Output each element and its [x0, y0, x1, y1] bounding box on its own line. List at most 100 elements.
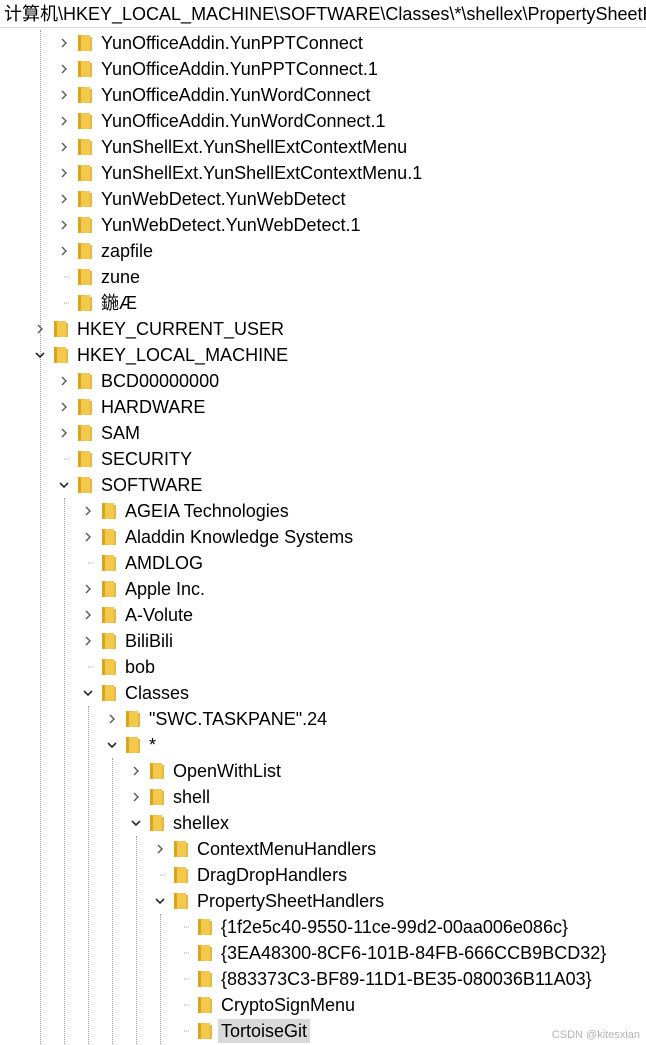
- tree-node[interactable]: TortoiseGit: [176, 1018, 311, 1044]
- folder-icon: [78, 242, 92, 260]
- chevron-down-icon[interactable]: [32, 347, 48, 363]
- tree-node[interactable]: YunShellExt.YunShellExtContextMenu.1: [56, 160, 425, 186]
- folder-icon: [78, 164, 92, 182]
- tree-node-label: SAM: [101, 423, 141, 443]
- folder-icon: [102, 502, 116, 520]
- tree-node[interactable]: *: [104, 732, 159, 758]
- tree-node[interactable]: HKEY_CURRENT_USER: [32, 316, 287, 342]
- tree-connector: [176, 1023, 192, 1039]
- tree-node-label: {3EA48300-8CF6-101B-84FB-666CCB9BCD32}: [221, 943, 607, 963]
- address-bar[interactable]: 计算机\HKEY_LOCAL_MACHINE\SOFTWARE\Classes\…: [0, 0, 646, 28]
- tree-node[interactable]: DragDropHandlers: [152, 862, 350, 888]
- tree-node-label: HARDWARE: [101, 397, 206, 417]
- tree-node[interactable]: ContextMenuHandlers: [152, 836, 379, 862]
- tree-guide-line: [136, 836, 137, 1044]
- tree-node[interactable]: AGEIA Technologies: [80, 498, 292, 524]
- tree-node-label: Classes: [125, 683, 190, 703]
- tree-node[interactable]: Apple Inc.: [80, 576, 208, 602]
- chevron-right-icon[interactable]: [56, 165, 72, 181]
- chevron-right-icon[interactable]: [56, 139, 72, 155]
- tree-connector: [176, 919, 192, 935]
- chevron-down-icon[interactable]: [152, 893, 168, 909]
- folder-icon: [150, 814, 164, 832]
- tree-node-label: Aladdin Knowledge Systems: [125, 527, 354, 547]
- folder-icon: [78, 216, 92, 234]
- chevron-right-icon[interactable]: [128, 763, 144, 779]
- chevron-right-icon[interactable]: [56, 61, 72, 77]
- tree-node[interactable]: BiliBili: [80, 628, 176, 654]
- tree-connector: [152, 867, 168, 883]
- tree-node[interactable]: AMDLOG: [80, 550, 206, 576]
- tree-node[interactable]: CryptoSignMenu: [176, 992, 358, 1018]
- tree-node-label: shellex: [173, 813, 230, 833]
- tree-node[interactable]: HKEY_LOCAL_MACHINE: [32, 342, 291, 368]
- tree-node-label: *: [149, 735, 157, 755]
- tree-node[interactable]: OpenWithList: [128, 758, 284, 784]
- tree-node[interactable]: shellex: [128, 810, 232, 836]
- tree-node[interactable]: YunWebDetect.YunWebDetect: [56, 186, 349, 212]
- tree-node-label: BCD00000000: [101, 371, 220, 391]
- chevron-right-icon[interactable]: [56, 113, 72, 129]
- tree-node[interactable]: YunOfficeAddin.YunPPTConnect.1: [56, 56, 381, 82]
- tree-connector: [176, 971, 192, 987]
- tree-node-label: YunWebDetect.YunWebDetect.1: [101, 215, 361, 235]
- tree-node[interactable]: Classes: [80, 680, 192, 706]
- tree-node[interactable]: BCD00000000: [56, 368, 222, 394]
- folder-icon: [198, 970, 212, 988]
- chevron-right-icon[interactable]: [128, 789, 144, 805]
- tree-node[interactable]: Aladdin Knowledge Systems: [80, 524, 356, 550]
- tree-node[interactable]: PropertySheetHandlers: [152, 888, 387, 914]
- tree-node[interactable]: YunOfficeAddin.YunWordConnect.1: [56, 108, 389, 134]
- folder-icon: [102, 606, 116, 624]
- folder-icon: [78, 450, 92, 468]
- tree-node[interactable]: YunOfficeAddin.YunPPTConnect: [56, 30, 366, 56]
- chevron-right-icon[interactable]: [56, 35, 72, 51]
- tree-node-label: YunWebDetect.YunWebDetect: [101, 189, 346, 209]
- chevron-right-icon[interactable]: [56, 243, 72, 259]
- chevron-right-icon[interactable]: [56, 217, 72, 233]
- chevron-right-icon[interactable]: [56, 87, 72, 103]
- folder-icon: [78, 294, 92, 312]
- tree-node[interactable]: YunOfficeAddin.YunWordConnect: [56, 82, 374, 108]
- tree-node[interactable]: YunWebDetect.YunWebDetect.1: [56, 212, 364, 238]
- tree-node[interactable]: A-Volute: [80, 602, 196, 628]
- tree-node[interactable]: HARDWARE: [56, 394, 208, 420]
- tree-guide-line: [64, 498, 65, 1044]
- registry-tree[interactable]: YunOfficeAddin.YunPPTConnect YunOfficeAdd…: [0, 30, 646, 1045]
- chevron-right-icon[interactable]: [80, 503, 96, 519]
- tree-node[interactable]: 鍦Æ: [56, 290, 140, 316]
- tree-node[interactable]: SECURITY: [56, 446, 195, 472]
- tree-node[interactable]: "SWC.TASKPANE".24: [104, 706, 330, 732]
- folder-icon: [198, 996, 212, 1014]
- tree-node-label: SOFTWARE: [101, 475, 203, 495]
- tree-node[interactable]: {1f2e5c40-9550-11ce-99d2-00aa006e086c}: [176, 914, 571, 940]
- tree-node[interactable]: zapfile: [56, 238, 156, 264]
- chevron-right-icon[interactable]: [80, 529, 96, 545]
- folder-icon: [78, 190, 92, 208]
- chevron-right-icon[interactable]: [80, 581, 96, 597]
- chevron-right-icon[interactable]: [56, 399, 72, 415]
- tree-node[interactable]: YunShellExt.YunShellExtContextMenu: [56, 134, 410, 160]
- chevron-right-icon[interactable]: [56, 191, 72, 207]
- chevron-right-icon[interactable]: [32, 321, 48, 337]
- chevron-down-icon[interactable]: [128, 815, 144, 831]
- chevron-right-icon[interactable]: [152, 841, 168, 857]
- chevron-right-icon[interactable]: [104, 711, 120, 727]
- tree-node[interactable]: SAM: [56, 420, 143, 446]
- tree-node[interactable]: SOFTWARE: [56, 472, 205, 498]
- tree-node[interactable]: shell: [128, 784, 213, 810]
- chevron-right-icon[interactable]: [80, 607, 96, 623]
- tree-node-label: {1f2e5c40-9550-11ce-99d2-00aa006e086c}: [221, 917, 568, 937]
- folder-icon: [198, 944, 212, 962]
- tree-node[interactable]: {883373C3-BF89-11D1-BE35-080036B11A03}: [176, 966, 595, 992]
- chevron-right-icon[interactable]: [56, 373, 72, 389]
- tree-node[interactable]: zune: [56, 264, 143, 290]
- tree-node[interactable]: bob: [80, 654, 158, 680]
- chevron-down-icon[interactable]: [104, 737, 120, 753]
- chevron-right-icon[interactable]: [80, 633, 96, 649]
- tree-node[interactable]: {3EA48300-8CF6-101B-84FB-666CCB9BCD32}: [176, 940, 609, 966]
- chevron-right-icon[interactable]: [56, 425, 72, 441]
- chevron-down-icon[interactable]: [56, 477, 72, 493]
- chevron-down-icon[interactable]: [80, 685, 96, 701]
- tree-node-label: bob: [125, 657, 156, 677]
